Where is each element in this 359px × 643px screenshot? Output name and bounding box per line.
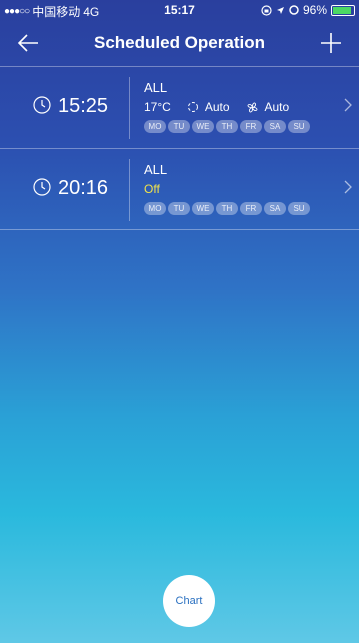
add-icon[interactable]	[319, 31, 343, 55]
clock-icon	[33, 178, 51, 196]
schedule-target: ALL	[144, 80, 168, 95]
day-badge-th[interactable]: TH	[216, 202, 238, 215]
day-badge-th[interactable]: TH	[216, 120, 238, 133]
schedule-time: 20:16	[58, 177, 109, 199]
schedule-row[interactable]: 15:25 ALL 17°C Auto Auto MO TU WE TH FR …	[0, 66, 359, 147]
chevron-right-icon[interactable]	[343, 97, 353, 113]
fan-value: Auto	[264, 100, 290, 114]
power-state: Off	[144, 182, 160, 196]
weekday-list: MO TU WE TH FR SA SU	[144, 120, 310, 133]
schedule-settings: Off	[144, 182, 160, 196]
day-badge-tu[interactable]: TU	[168, 120, 190, 133]
battery-percent: 96%	[302, 3, 327, 17]
day-badge-tu[interactable]: TU	[168, 202, 190, 215]
page-title: Scheduled Operation	[94, 33, 265, 52]
day-badge-su[interactable]: SU	[288, 202, 310, 215]
day-badge-su[interactable]: SU	[288, 120, 310, 133]
status-right: 96%	[261, 3, 355, 17]
clock-icon	[33, 96, 51, 114]
chart-button[interactable]: Chart	[163, 575, 215, 627]
day-badge-mo[interactable]: MO	[144, 120, 166, 133]
day-badge-sa[interactable]: SA	[264, 120, 286, 133]
mode-value: Auto	[204, 100, 230, 114]
temperature-value: 17°C	[144, 100, 171, 114]
chevron-right-icon[interactable]	[343, 179, 353, 195]
schedule-target: ALL	[144, 162, 168, 177]
day-badge-fr[interactable]: FR	[240, 202, 262, 215]
location-arrow-icon	[276, 6, 284, 14]
schedule-settings: 17°C Auto Auto	[144, 100, 289, 114]
day-badge-we[interactable]: WE	[192, 120, 214, 133]
day-badge-mo[interactable]: MO	[144, 202, 166, 215]
row-divider	[129, 159, 130, 221]
mode-auto-icon	[187, 102, 198, 112]
alarm-icon	[289, 5, 299, 15]
fan-icon	[247, 102, 257, 112]
lock-rotation-icon	[261, 4, 272, 16]
status-bar: ●●●○○ 中国移动 4G 15:17 96%	[0, 0, 359, 20]
weekday-list: MO TU WE TH FR SA SU	[144, 202, 310, 215]
day-badge-we[interactable]: WE	[192, 202, 214, 215]
day-badge-fr[interactable]: FR	[240, 120, 262, 133]
schedule-time: 15:25	[58, 95, 109, 117]
row-divider	[129, 77, 130, 139]
day-badge-sa[interactable]: SA	[264, 202, 286, 215]
battery-icon	[331, 4, 355, 16]
schedule-row[interactable]: 20:16 ALL Off MO TU WE TH FR SA SU	[0, 148, 359, 230]
nav-bar: Scheduled Operation	[0, 20, 359, 66]
